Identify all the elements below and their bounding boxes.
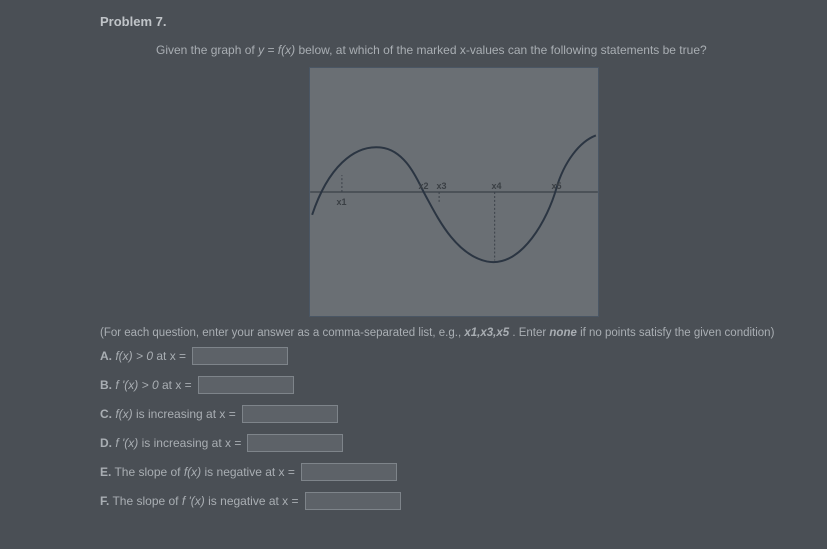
part-D: D. f '(x) is increasing at x = [100, 434, 807, 452]
part-D-mid: is increasing at x = [142, 436, 242, 450]
instruction-post: if no points satisfy the given condition… [580, 327, 774, 339]
graph-plot: x1 x2 x3 x4 x5 [309, 67, 599, 317]
part-F-mid: is negative at x = [208, 494, 298, 508]
instruction-text: (For each question, enter your answer as… [100, 327, 807, 339]
question-text: Given the graph of y = f(x) below, at wh… [156, 43, 807, 57]
part-A-letter: A. [100, 349, 112, 363]
part-A-suffix: at x = [156, 349, 186, 363]
part-B: B. f '(x) > 0 at x = [100, 376, 807, 394]
instruction-none: none [549, 327, 576, 339]
part-E-letter: E. [100, 465, 111, 479]
problem-number: Problem 7. [100, 14, 807, 29]
part-C: C. f(x) is increasing at x = [100, 405, 807, 423]
part-F-letter: F. [100, 494, 109, 508]
instruction-pre: (For each question, enter your answer as… [100, 327, 464, 339]
part-D-input[interactable] [247, 434, 343, 452]
part-C-letter: C. [100, 407, 112, 421]
part-F-pre: The slope of [112, 494, 181, 508]
part-B-expr: f '(x) > 0 [115, 378, 158, 392]
part-C-mid: is increasing at x = [136, 407, 236, 421]
part-C-expr: f(x) [115, 407, 132, 421]
graph-container: x1 x2 x3 x4 x5 [100, 67, 807, 317]
part-F: F. The slope of f '(x) is negative at x … [100, 492, 807, 510]
instruction-mid: . Enter [512, 327, 549, 339]
part-C-input[interactable] [242, 405, 338, 423]
question-equation: y = f(x) [258, 43, 295, 57]
part-F-input[interactable] [305, 492, 401, 510]
part-E-expr: f(x) [184, 465, 201, 479]
part-E-pre: The slope of [114, 465, 183, 479]
part-B-letter: B. [100, 378, 112, 392]
graph-svg [310, 68, 598, 316]
part-A-input[interactable] [192, 347, 288, 365]
part-F-expr: f '(x) [182, 494, 205, 508]
part-D-letter: D. [100, 436, 112, 450]
part-A: A. f(x) > 0 at x = [100, 347, 807, 365]
question-post: below, at which of the marked x-values c… [298, 43, 706, 57]
part-E-mid: is negative at x = [205, 465, 295, 479]
question-pre: Given the graph of [156, 43, 258, 57]
part-D-expr: f '(x) [115, 436, 138, 450]
part-B-suffix: at x = [162, 378, 192, 392]
instruction-example: x1,x3,x5 [464, 327, 509, 339]
part-E: E. The slope of f(x) is negative at x = [100, 463, 807, 481]
part-B-input[interactable] [198, 376, 294, 394]
part-A-expr: f(x) > 0 [115, 349, 153, 363]
part-E-input[interactable] [301, 463, 397, 481]
